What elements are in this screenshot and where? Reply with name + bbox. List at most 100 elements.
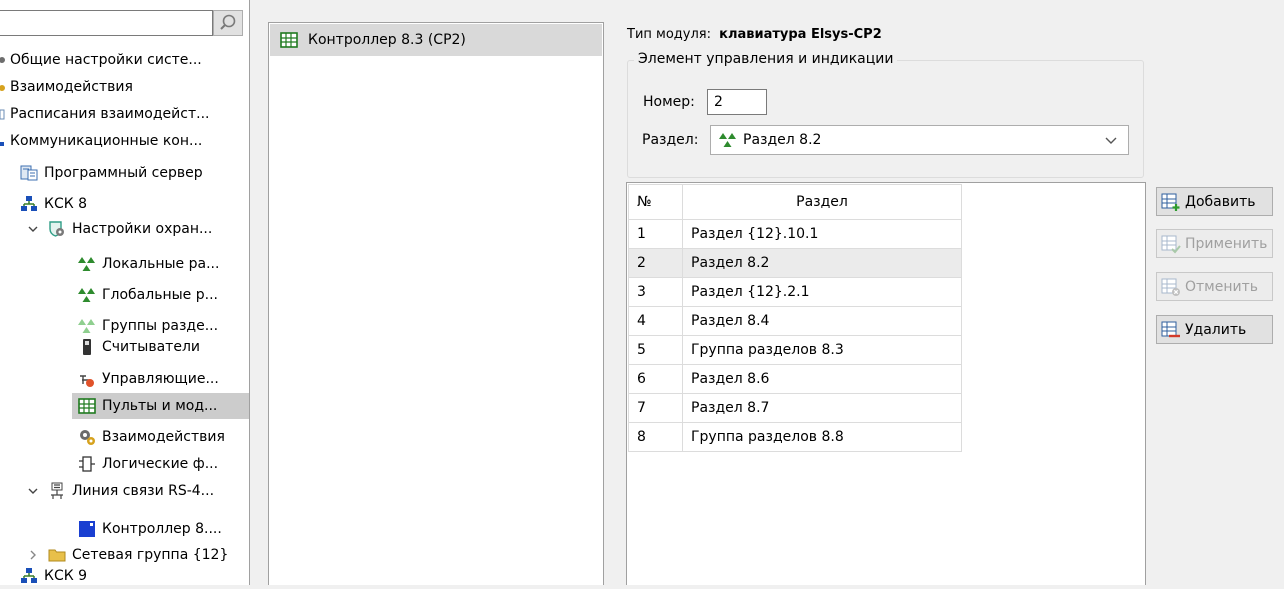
tree-item-program-server[interactable]: Программный сервер xyxy=(20,160,203,186)
tree-item-ksk8[interactable]: КСК 8 xyxy=(20,191,87,217)
add-button[interactable]: Добавить xyxy=(1156,187,1273,216)
chevron-down-icon[interactable] xyxy=(26,222,40,236)
chevron-down-icon[interactable] xyxy=(26,484,40,498)
navigation-tree: Общие настройки систе... Взаимодействия … xyxy=(0,0,250,585)
module-list-item-label: Контроллер 8.3 (CP2) xyxy=(308,32,466,48)
tree-item-rs-line[interactable]: Линия связи RS-4... xyxy=(26,478,214,504)
tree-item-control-outputs[interactable]: Управляющие... xyxy=(78,366,219,392)
table-row[interactable]: 2 Раздел 8.2 xyxy=(628,248,962,278)
cancel-icon xyxy=(1161,278,1180,296)
sections-table: № Раздел 1 Раздел {12}.10.1 2 Раздел 8.2 3… xyxy=(628,184,962,452)
table-row[interactable]: 5 Группа разделов 8.3 xyxy=(628,335,962,365)
shield-gear-icon xyxy=(48,220,66,238)
section-dropdown[interactable]: Раздел 8.2 xyxy=(710,125,1129,155)
tree-item-ksk9[interactable]: КСК 9 xyxy=(20,563,87,589)
row-number: 8 xyxy=(628,422,683,452)
tree-item-label: Пульты и мод... xyxy=(102,398,218,414)
tree-item-label: Общие настройки систе... xyxy=(10,52,202,68)
cancel-button[interactable]: Отменить xyxy=(1156,272,1273,301)
module-list: Контроллер 8.3 (CP2) xyxy=(268,22,604,585)
add-icon xyxy=(1161,193,1180,211)
network-icon xyxy=(20,567,38,585)
section-label: Раздел: xyxy=(642,132,699,148)
row-section: Группа разделов 8.3 xyxy=(682,335,962,365)
apply-button[interactable]: Применить xyxy=(1156,229,1273,258)
gear-icon xyxy=(0,51,8,69)
network-icon xyxy=(0,132,8,150)
search-icon xyxy=(220,14,236,30)
module-type-label: Тип модуля: xyxy=(627,27,711,42)
table-row[interactable]: 3 Раздел {12}.2.1 xyxy=(628,277,962,307)
tree-item-label: Контроллер 8.... xyxy=(102,521,222,537)
row-number: 2 xyxy=(628,248,683,278)
keypad-icon xyxy=(280,31,298,49)
tree-item-label: Сетевая группа {12} xyxy=(72,547,229,563)
tree-item-label: КСК 9 xyxy=(44,568,88,584)
folder-icon xyxy=(48,546,66,564)
apply-button-label: Применить xyxy=(1185,235,1268,252)
section-dropdown-value: Раздел 8.2 xyxy=(743,132,822,148)
tree-item-interactions-ksk[interactable]: Взаимодействия xyxy=(78,424,225,450)
tree-item-security-settings[interactable]: Настройки охран... xyxy=(26,216,212,242)
tree-item-general-settings[interactable]: Общие настройки систе... xyxy=(0,47,202,73)
delete-button-label: Удалить xyxy=(1185,321,1247,338)
section-group-icon xyxy=(78,317,96,335)
server-icon xyxy=(20,164,38,182)
column-header-section[interactable]: Раздел xyxy=(682,184,962,220)
tree-item-global-sections[interactable]: Глобальные р... xyxy=(78,282,218,308)
keypad-icon xyxy=(78,397,96,415)
apply-icon xyxy=(1161,235,1181,253)
row-section: Раздел {12}.10.1 xyxy=(682,219,962,249)
tree-item-controller[interactable]: Контроллер 8.... xyxy=(78,516,222,542)
row-section: Раздел 8.6 xyxy=(682,364,962,394)
table-row[interactable]: 4 Раздел 8.4 xyxy=(628,306,962,336)
tree-item-label: Считыватели xyxy=(102,339,200,355)
tree-item-keypads-modules[interactable]: Пульты и мод... xyxy=(72,393,249,419)
tree-item-label: КСК 8 xyxy=(44,196,88,212)
tree-item-local-sections[interactable]: Локальные ра... xyxy=(78,251,219,277)
search-button[interactable] xyxy=(213,10,243,36)
table-row[interactable]: 8 Группа разделов 8.8 xyxy=(628,422,962,452)
tree-search-input[interactable] xyxy=(0,10,213,36)
chevron-right-icon[interactable] xyxy=(26,548,40,562)
row-number: 7 xyxy=(628,393,683,423)
tree-item-label: Программный сервер xyxy=(44,165,203,181)
cancel-button-label: Отменить xyxy=(1185,278,1259,295)
number-label: Номер: xyxy=(643,94,695,110)
row-section: Раздел {12}.2.1 xyxy=(682,277,962,307)
tree-item-label: Линия связи RS-4... xyxy=(72,483,215,499)
module-list-item[interactable]: Контроллер 8.3 (CP2) xyxy=(270,24,602,56)
delete-button[interactable]: Удалить xyxy=(1156,315,1273,344)
tree-item-label: Глобальные р... xyxy=(102,287,218,303)
row-section: Раздел 8.4 xyxy=(682,306,962,336)
section-icon xyxy=(78,286,96,304)
schedule-icon xyxy=(0,105,8,123)
table-row[interactable]: 6 Раздел 8.6 xyxy=(628,364,962,394)
table-row[interactable]: 1 Раздел {12}.10.1 xyxy=(628,219,962,249)
table-header-row: № Раздел xyxy=(628,184,962,220)
row-section: Группа разделов 8.8 xyxy=(682,422,962,452)
tree-item-label: Взаимодействия xyxy=(102,429,225,445)
column-header-number[interactable]: № xyxy=(628,184,683,220)
tree-item-readers[interactable]: Считыватели xyxy=(78,334,200,360)
section-icon xyxy=(78,255,96,273)
module-type-caption: Тип модуля: клавиатура Elsys-CP2 xyxy=(627,27,882,42)
row-number: 5 xyxy=(628,335,683,365)
table-row[interactable]: 7 Раздел 8.7 xyxy=(628,393,962,423)
tree-item-label: Коммуникационные кон... xyxy=(10,133,203,149)
tree-item-schedules[interactable]: Расписания взаимодейст... xyxy=(0,101,209,127)
tree-item-label: Настройки охран... xyxy=(72,221,213,237)
section-icon xyxy=(719,131,737,149)
sections-table-frame: № Раздел 1 Раздел {12}.10.1 2 Раздел 8.2 3… xyxy=(626,182,1146,585)
tree-item-logic-functions[interactable]: Логические ф... xyxy=(78,451,218,477)
add-button-label: Добавить xyxy=(1185,193,1256,210)
tree-item-label: Взаимодействия xyxy=(10,79,133,95)
number-input[interactable]: 2 xyxy=(707,89,767,115)
tree-item-comm-controllers[interactable]: Коммуникационные кон... xyxy=(0,128,202,154)
row-section: Раздел 8.7 xyxy=(682,393,962,423)
tree-item-label: Группы разде... xyxy=(102,318,219,334)
tree-item-interactions[interactable]: Взаимодействия xyxy=(0,74,133,100)
logic-icon xyxy=(78,455,96,473)
tree-item-label: Управляющие... xyxy=(102,371,219,387)
interaction-icon xyxy=(0,78,8,96)
